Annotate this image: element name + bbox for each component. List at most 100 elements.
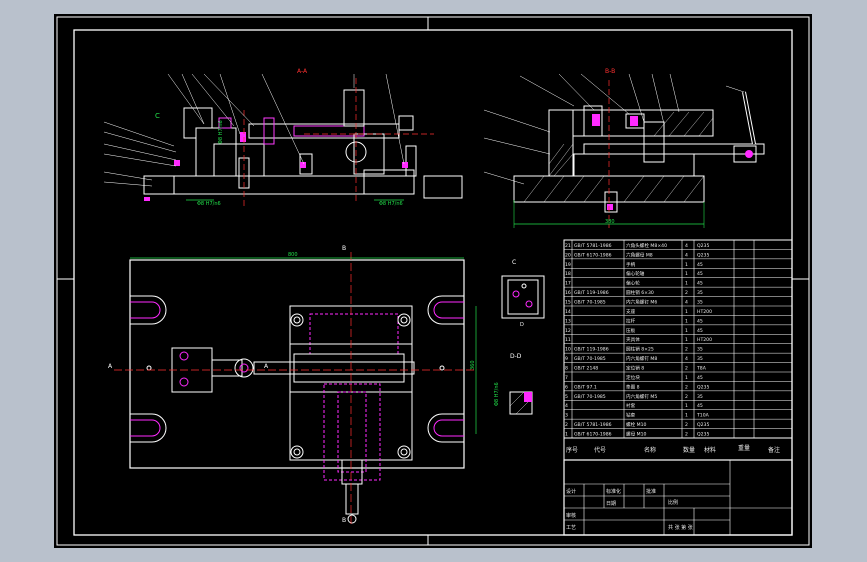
row-qty: 1 bbox=[685, 337, 688, 343]
row-qty: 2 bbox=[685, 290, 688, 296]
marker-c-top: C bbox=[512, 259, 516, 266]
row-code: GB/T 6170-1986 bbox=[574, 252, 612, 258]
row-name: 圆柱销 6×30 bbox=[626, 289, 654, 296]
marker-a-left: A bbox=[108, 363, 113, 370]
row-qty: 4 bbox=[685, 243, 688, 249]
row-name: 六角头螺栓 M8×40 bbox=[626, 242, 667, 249]
row-name: 垫圈 8 bbox=[626, 383, 640, 390]
row-material: T10A bbox=[696, 413, 710, 419]
row-name: 定位块 bbox=[626, 374, 640, 381]
row-material: 35 bbox=[697, 356, 703, 362]
row-code: GB/T 70-1985 bbox=[574, 394, 606, 400]
row-seq: 10 bbox=[565, 347, 571, 353]
row-qty: 1 bbox=[685, 328, 688, 334]
row-name: 内六角螺钉 M5 bbox=[626, 393, 657, 400]
row-seq: 11 bbox=[565, 337, 571, 343]
row-seq: 21 bbox=[565, 243, 571, 249]
row-qty: 1 bbox=[685, 403, 688, 409]
row-material: 45 bbox=[697, 281, 703, 287]
title-design: 设计 bbox=[566, 488, 576, 495]
detail-views: C D D-D Φ8 H7/n6 bbox=[494, 259, 545, 415]
title-process: 工艺 bbox=[566, 525, 576, 531]
header-seq: 序号 bbox=[566, 446, 578, 454]
row-name: 螺栓 M10 bbox=[626, 421, 647, 428]
row-material: Q235 bbox=[697, 384, 709, 390]
section-b-title: B-B bbox=[605, 68, 615, 75]
section-d-title: D-D bbox=[510, 353, 522, 360]
row-seq: 14 bbox=[565, 309, 571, 315]
row-code: GB/T 70-1985 bbox=[574, 356, 606, 362]
row-material: 35 bbox=[697, 290, 703, 296]
row-name: 螺母 M10 bbox=[626, 431, 647, 438]
row-material: 45 bbox=[697, 403, 703, 409]
row-name: 手柄 bbox=[626, 261, 636, 268]
row-material: 35 bbox=[697, 394, 703, 400]
row-material: Q235 bbox=[697, 432, 709, 438]
marker-b-bottom: B bbox=[342, 517, 346, 524]
marker-b-top: B bbox=[342, 245, 346, 252]
row-qty: 2 bbox=[685, 422, 688, 428]
row-code: GB/T 70-1985 bbox=[574, 300, 606, 306]
row-seq: 8 bbox=[565, 366, 568, 372]
row-qty: 1 bbox=[685, 281, 688, 287]
row-seq: 16 bbox=[565, 290, 571, 296]
row-code: GB/T 6170-1986 bbox=[574, 432, 612, 438]
section-a-title: A-A bbox=[297, 68, 308, 75]
header-material: 材料 bbox=[704, 446, 716, 454]
marker-c: C bbox=[155, 112, 160, 120]
header-name: 名称 bbox=[644, 446, 656, 454]
row-qty: 2 bbox=[685, 384, 688, 390]
row-name: 压板 bbox=[626, 327, 636, 334]
row-seq: 12 bbox=[565, 328, 571, 334]
row-name: 支座 bbox=[626, 308, 636, 315]
row-seq: 1 bbox=[565, 432, 568, 438]
row-seq: 2 bbox=[565, 422, 568, 428]
row-material: HT200 bbox=[697, 337, 712, 343]
row-qty: 4 bbox=[685, 300, 688, 306]
row-seq: 6 bbox=[565, 384, 568, 390]
row-qty: 4 bbox=[685, 356, 688, 362]
row-qty: 2 bbox=[685, 394, 688, 400]
row-code: GB/T 119-1986 bbox=[574, 290, 609, 296]
title-block: 设计 审核 工艺 标准化 批准 比例 共 张 第 张 日期 bbox=[563, 459, 793, 536]
cad-viewport[interactable]: A-A C Φ8 H7/n6 Φ8 H7/n6 Φ8 H7/n6 B-B 380… bbox=[54, 14, 812, 548]
title-sheet: 共 张 第 张 bbox=[668, 524, 693, 531]
row-qty: 2 bbox=[685, 366, 688, 372]
row-material: T8A bbox=[696, 366, 707, 372]
row-name: 拉杆 bbox=[626, 317, 636, 324]
title-standard: 标准化 bbox=[606, 488, 621, 495]
row-material: 45 bbox=[697, 375, 703, 381]
row-qty: 1 bbox=[685, 309, 688, 315]
fit-label-1: Φ8 H7/n6 bbox=[197, 201, 221, 207]
fit-label-4: Φ8 H7/n6 bbox=[494, 382, 500, 406]
drawing-canvas: A-A C Φ8 H7/n6 Φ8 H7/n6 Φ8 H7/n6 B-B 380… bbox=[56, 16, 810, 546]
row-seq: 15 bbox=[565, 300, 571, 306]
parts-table: 21 GB/T 5781-1986 六角头螺栓 M8×40 4 Q23520 GB/T 6… bbox=[563, 239, 793, 461]
row-seq: 9 bbox=[565, 356, 568, 362]
row-material: 35 bbox=[697, 347, 703, 353]
title-check: 审核 bbox=[566, 512, 576, 519]
plan-height-label: 360 bbox=[470, 360, 476, 370]
row-qty: 1 bbox=[685, 375, 688, 381]
row-name: 偏心轮 bbox=[626, 280, 640, 287]
title-date: 日期 bbox=[606, 501, 616, 507]
row-seq: 19 bbox=[565, 262, 571, 268]
section-b-width-label: 380 bbox=[605, 219, 615, 225]
row-code: GB/T 5781-1986 bbox=[574, 422, 612, 428]
row-material: 45 bbox=[697, 318, 703, 324]
row-code: GB/T 97.1 bbox=[574, 384, 597, 390]
row-name: 衬套 bbox=[626, 402, 636, 409]
row-material: Q235 bbox=[697, 243, 709, 249]
row-name: 内六角螺钉 M8 bbox=[626, 355, 657, 362]
header-weight: 重量 bbox=[738, 444, 750, 452]
row-qty: 1 bbox=[685, 318, 688, 324]
row-material: 45 bbox=[697, 328, 703, 334]
row-code: GB/T 5781-1986 bbox=[574, 243, 612, 249]
row-qty: 1 bbox=[685, 271, 688, 277]
row-qty: 2 bbox=[685, 432, 688, 438]
header-code: 代号 bbox=[594, 446, 606, 454]
header-note: 备注 bbox=[768, 446, 780, 454]
row-name: 定位销 8 bbox=[626, 365, 644, 372]
marker-a-right: A bbox=[264, 363, 269, 370]
row-seq: 3 bbox=[565, 413, 568, 419]
